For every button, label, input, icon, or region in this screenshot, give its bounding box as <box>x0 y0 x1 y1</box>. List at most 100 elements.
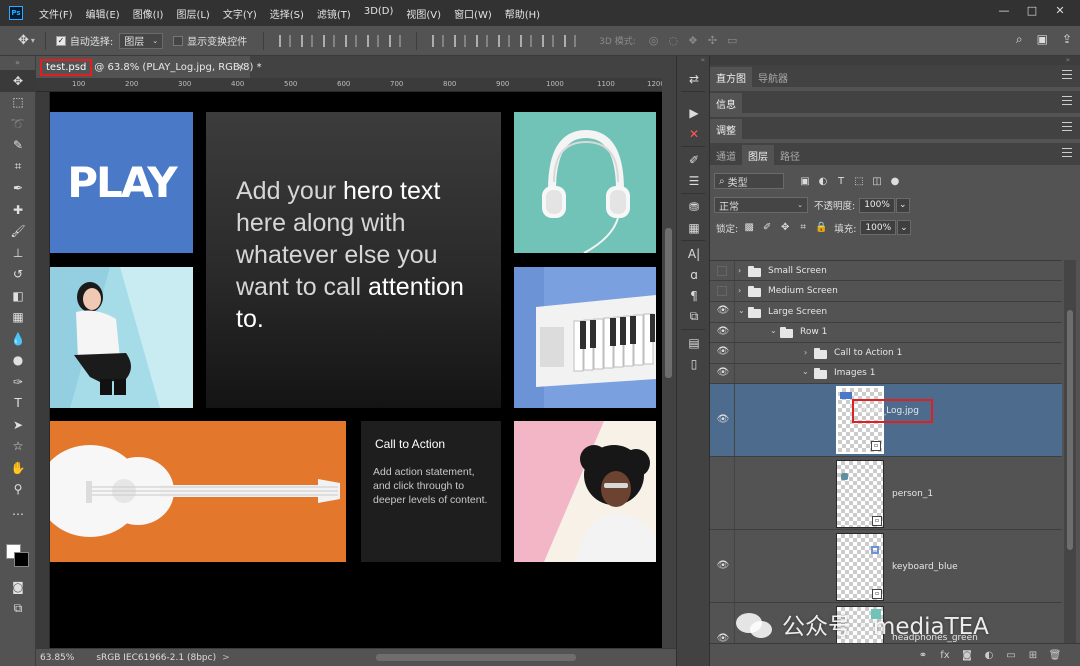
tool-preset-chevron-icon[interactable]: ▾ <box>31 36 35 45</box>
crop-tool-icon[interactable]: ⌗ <box>0 156 36 178</box>
chevron-down-icon[interactable]: ⌄ <box>738 306 745 315</box>
swatches-panel-icon[interactable]: ▦ <box>677 217 711 238</box>
chevron-right-icon[interactable]: › <box>738 286 741 295</box>
layer-row[interactable]: 👁 › Call to Action 1 <box>710 343 1062 364</box>
share-icon[interactable]: ⇪ <box>1062 32 1072 47</box>
restore-button[interactable]: □ <box>1018 0 1046 20</box>
tab-adjustments[interactable]: 调整 <box>710 119 742 139</box>
gradient-tool-icon[interactable]: ▦ <box>0 307 36 329</box>
styles-panel-icon[interactable]: ⧉ <box>677 306 711 327</box>
minimize-button[interactable]: — <box>990 0 1018 20</box>
properties-panel-icon[interactable]: ☰ <box>677 170 711 191</box>
new-layer-icon[interactable]: ⊞ <box>1026 650 1040 661</box>
delete-layer-icon[interactable]: 🗑 <box>1048 650 1062 661</box>
notes-panel-icon[interactable]: ▯ <box>677 353 711 374</box>
align-bottom-icon[interactable] <box>323 34 336 47</box>
fill-chevron-icon[interactable]: ⌄ <box>897 220 912 235</box>
tools-presets-icon[interactable]: ✕ <box>677 123 711 144</box>
layer-filter-kind-dropdown[interactable]: ⌕ 类型 <box>714 173 784 189</box>
menu-3d[interactable]: 3D(D) <box>364 6 394 21</box>
eye-icon[interactable]: 👁 <box>716 367 730 381</box>
chevron-down-icon[interactable]: ⌄ <box>770 326 777 335</box>
lock-position-icon[interactable]: ✥ <box>778 221 792 235</box>
quick-select-tool-icon[interactable]: ✎ <box>0 135 36 157</box>
filter-smart-object-icon[interactable]: ◫ <box>870 174 884 188</box>
menu-type[interactable]: 文字(Y) <box>223 6 257 21</box>
pen-tool-icon[interactable]: ✑ <box>0 371 36 393</box>
opacity-input[interactable]: 100% <box>859 197 895 213</box>
dodge-tool-icon[interactable]: ● <box>0 350 36 372</box>
eye-icon[interactable]: 👁 <box>716 560 730 574</box>
color-swatches[interactable] <box>6 544 32 570</box>
tab-channels[interactable]: 通道 <box>710 145 742 165</box>
canvas-horizontal-scroll-thumb[interactable] <box>376 654 576 661</box>
layer-style-icon[interactable]: fx <box>938 650 952 661</box>
menu-file[interactable]: 文件(F) <box>39 6 73 21</box>
eye-icon[interactable]: 👁 <box>716 633 730 643</box>
history-brush-tool-icon[interactable]: ↺ <box>0 264 36 286</box>
tab-histogram[interactable]: 直方图 <box>710 67 752 87</box>
eye-icon[interactable]: 👁 <box>716 346 730 360</box>
layers-scrollbar[interactable] <box>1064 260 1076 643</box>
auto-align-icon[interactable] <box>564 34 577 47</box>
panel-menu-icon[interactable] <box>1062 70 1072 79</box>
align-left-icon[interactable] <box>345 34 358 47</box>
eye-icon[interactable]: 👁 <box>716 414 730 428</box>
distribute-bottom-icon[interactable] <box>476 34 489 47</box>
tab-info[interactable]: 信息 <box>710 93 742 113</box>
chevron-right-icon[interactable]: › <box>738 266 741 275</box>
healing-brush-tool-icon[interactable]: ✚ <box>0 199 36 221</box>
distribute-vcenter-icon[interactable] <box>454 34 467 47</box>
show-transform-checkbox[interactable]: ✓ <box>173 35 184 46</box>
filter-pixel-icon[interactable]: ▣ <box>798 174 812 188</box>
canvas-scroll-thumb[interactable] <box>665 228 672 378</box>
fill-input[interactable]: 100% <box>860 220 897 235</box>
slide-3d-icon[interactable]: ✣ <box>708 34 717 47</box>
tab-navigator[interactable]: 导航器 <box>752 67 794 87</box>
drag-3d-icon[interactable]: ❖ <box>688 34 698 47</box>
menu-filter[interactable]: 滤镜(T) <box>317 6 351 21</box>
opacity-chevron-icon[interactable]: ⌄ <box>895 197 910 213</box>
filter-shape-icon[interactable]: ⬚ <box>852 174 866 188</box>
document-tab[interactable]: test.psd @ 63.8% (PLAY_Log.jpg, RGB/8) *… <box>36 56 262 78</box>
document-canvas[interactable]: PLAY Add your hero text here along with … <box>50 92 662 648</box>
filter-adjustment-icon[interactable]: ◐ <box>816 174 830 188</box>
3d-panel-icon[interactable]: ⛃ <box>677 196 711 217</box>
layer-row[interactable]: 👁 ▫ keyboard_blue <box>710 530 1062 603</box>
menu-image[interactable]: 图像(I) <box>133 6 164 21</box>
layer-row[interactable]: › Small Screen <box>710 261 1062 281</box>
workspace-icon[interactable]: ▣ <box>1037 32 1048 47</box>
clone-stamp-tool-icon[interactable]: ⊥ <box>0 242 36 264</box>
menu-select[interactable]: 选择(S) <box>270 6 304 21</box>
layer-row[interactable]: 👁 ⌄ Images 1 <box>710 364 1062 384</box>
layer-row[interactable]: 👁 ⌄ Row 1 <box>710 323 1062 343</box>
align-hcenter-icon[interactable] <box>367 34 380 47</box>
history-panel-icon[interactable]: ⇄ <box>677 68 711 89</box>
layer-row[interactable]: 👁 ⌄ Large Screen <box>710 302 1062 323</box>
paragraph-panel-icon[interactable]: ¶ <box>677 285 711 306</box>
status-menu-arrow-icon[interactable]: > <box>222 653 230 663</box>
canvas-vertical-scrollbar[interactable] <box>662 78 676 648</box>
filter-toggle-icon[interactable]: ● <box>888 174 902 188</box>
menu-edit[interactable]: 编辑(E) <box>86 6 120 21</box>
new-adjustment-icon[interactable]: ◐ <box>982 650 996 661</box>
scale-3d-icon[interactable]: ▭ <box>727 34 737 47</box>
layer-row-selected[interactable]: 👁 ▫ PLAY_Log.jpg <box>710 384 1062 457</box>
close-window-button[interactable]: ✕ <box>1046 0 1074 20</box>
lock-artboard-icon[interactable]: ⌗ <box>796 221 810 235</box>
glyphs-panel-icon[interactable]: ɑ <box>677 264 711 285</box>
distribute-right-icon[interactable] <box>542 34 555 47</box>
panel-menu-icon[interactable] <box>1062 96 1072 105</box>
blend-mode-dropdown[interactable]: 正常 ⌄ <box>714 197 808 213</box>
layer-row[interactable]: › Medium Screen <box>710 281 1062 302</box>
auto-select-checkbox[interactable]: ✓ <box>55 35 66 46</box>
roll-3d-icon[interactable]: ◌ <box>668 34 678 47</box>
eye-icon[interactable]: 👁 <box>716 326 730 340</box>
menu-view[interactable]: 视图(V) <box>406 6 441 21</box>
lock-pixels-icon[interactable]: ✐ <box>760 221 774 235</box>
tab-paths[interactable]: 路径 <box>774 145 806 165</box>
panel-grip[interactable]: » <box>710 56 1080 65</box>
chevron-right-icon[interactable]: › <box>804 348 807 357</box>
more-tools-icon[interactable]: … <box>0 500 36 522</box>
quick-mask-icon[interactable]: ◙ <box>0 576 36 598</box>
